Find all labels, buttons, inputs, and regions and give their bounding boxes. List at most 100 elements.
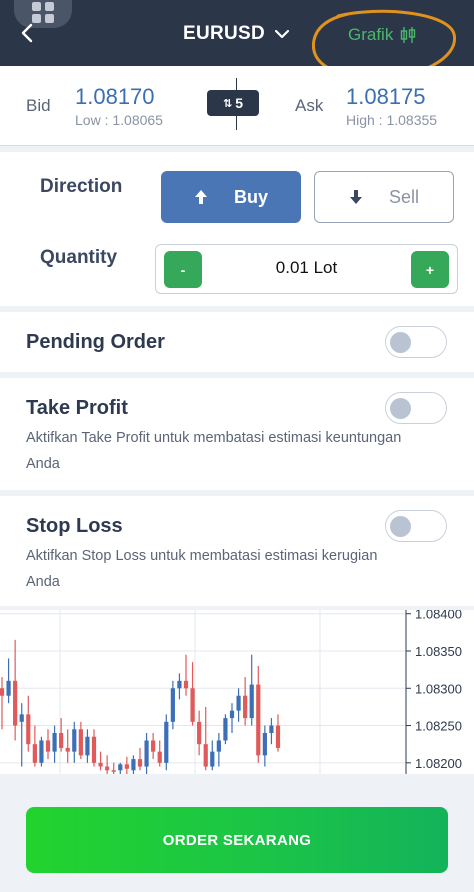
quote-bar: Bid 1.08170 Low : 1.08065 ⇅ 5 Ask 1.0817…	[0, 66, 474, 146]
direction-label: Direction	[40, 176, 123, 197]
price-chart[interactable]: 1.08400 1.08350 1.08300 1.08250 1.08200	[0, 610, 474, 774]
candle-body	[229, 710, 235, 719]
sell-label: Sell	[388, 186, 419, 207]
candle-body	[183, 680, 189, 689]
low-price: Low : 1.08065	[75, 112, 163, 128]
candle-body	[124, 764, 129, 769]
ask-price: 1.08175	[346, 84, 426, 109]
ask-label: Ask	[295, 96, 324, 115]
back-icon[interactable]	[16, 22, 38, 48]
candle-body	[223, 718, 228, 741]
grid-icon-cell	[45, 2, 54, 11]
quantity-label: Quantity	[40, 247, 118, 268]
pending-order-toggle[interactable]	[385, 326, 447, 358]
candle-body	[72, 729, 77, 752]
take-profit-toggle[interactable]	[385, 392, 447, 424]
candle-body	[131, 759, 136, 771]
stop-loss-description: Aktifkan Stop Loss untuk membatasi estim…	[26, 548, 378, 590]
candle-body	[210, 751, 215, 767]
spread-badge: ⇅ 5	[207, 90, 259, 116]
candle-body	[144, 740, 149, 767]
candle-body	[243, 695, 248, 719]
candle-body	[249, 684, 254, 719]
bid-label: Bid	[26, 96, 51, 115]
candle-body	[78, 729, 83, 756]
candle-body	[197, 721, 202, 745]
y-tick-label: 1.08250	[415, 719, 462, 734]
bid-price: 1.08170	[75, 84, 155, 109]
buy-label: Buy	[233, 186, 268, 207]
swap-vertical-icon: ⇅	[222, 97, 233, 110]
candle-body	[45, 740, 51, 752]
candle-body	[65, 747, 70, 752]
order-now-button[interactable]: ORDER SEKARANG	[26, 807, 448, 873]
chevron-down-icon	[274, 29, 290, 39]
pending-order-title: Pending Order	[26, 331, 165, 353]
arrow-down-icon	[349, 190, 362, 204]
candle-body	[275, 725, 281, 748]
take-profit-section: Take Profit Aktifkan Take Profit untuk m…	[0, 378, 474, 490]
candle-body	[157, 751, 162, 763]
y-tick-label: 1.08350	[415, 644, 462, 659]
symbol-name: EURUSD	[183, 23, 266, 44]
candle-body	[111, 770, 116, 772]
quantity-stepper: - 0.01 Lot +	[155, 244, 458, 294]
buy-button[interactable]: Buy	[161, 171, 301, 223]
candle-body	[32, 744, 37, 763]
stop-loss-toggle[interactable]	[385, 510, 447, 542]
stop-loss-title: Stop Loss	[26, 515, 123, 537]
stop-loss-section: Stop Loss Aktifkan Stop Loss untuk memba…	[0, 496, 474, 606]
bottom-bar: ORDER SEKARANG	[0, 774, 474, 892]
grafik-button[interactable]: Grafik	[348, 21, 416, 49]
candle-body	[236, 695, 241, 711]
candle-body	[203, 744, 208, 767]
toggle-knob	[390, 332, 411, 353]
increase-quantity-button[interactable]: +	[411, 251, 449, 288]
candle-body	[269, 725, 274, 733]
candlestick-icon	[401, 27, 416, 43]
candle-body	[52, 733, 57, 752]
candle-body	[118, 764, 123, 771]
candle-body	[85, 736, 90, 756]
candle-body	[177, 680, 182, 689]
candle-body	[19, 714, 24, 722]
candle-body	[13, 680, 18, 726]
take-profit-description: Aktifkan Take Profit untuk membatasi est…	[26, 430, 402, 472]
candle-body	[170, 688, 175, 722]
pending-order-section: Pending Order	[0, 312, 474, 372]
high-price: High : 1.08355	[346, 112, 438, 128]
chevron-left-icon	[21, 23, 33, 43]
candle-body	[262, 733, 267, 756]
candle-body	[137, 759, 143, 767]
decrease-quantity-button[interactable]: -	[164, 251, 202, 288]
candlestick-chart: 1.08400 1.08350 1.08300 1.08250 1.08200	[0, 610, 462, 774]
sell-button[interactable]: Sell	[314, 171, 454, 223]
candle-body	[91, 736, 97, 763]
candle-body	[164, 721, 169, 763]
candle-body	[6, 680, 11, 696]
toggle-knob	[390, 516, 411, 537]
candle-body	[59, 733, 64, 748]
y-tick-label: 1.08300	[415, 681, 462, 696]
candle-body	[0, 688, 5, 696]
symbol-selector[interactable]: EURUSD	[183, 19, 291, 49]
candle-body	[98, 762, 103, 767]
take-profit-title: Take Profit	[26, 397, 128, 419]
arrow-up-icon	[194, 190, 207, 204]
y-tick-label: 1.08400	[415, 610, 462, 622]
toggle-knob	[390, 398, 411, 419]
grid-icon-cell	[45, 14, 54, 23]
y-tick-label: 1.08200	[415, 756, 462, 771]
candle-body	[39, 740, 44, 763]
candle-body	[105, 766, 110, 771]
app-header: EURUSD Grafik	[0, 0, 474, 66]
grid-icon	[32, 2, 41, 11]
quantity-unit: Lot	[313, 258, 338, 277]
candle-body	[26, 714, 31, 745]
candle-body	[256, 684, 261, 756]
quantity-value-display[interactable]: 0.01 Lot	[216, 258, 397, 278]
candle-body	[216, 740, 221, 752]
candle-body	[190, 688, 195, 722]
candle-body	[151, 740, 156, 752]
order-panel: Direction Buy Sell Quantity - 0.01 Lot +	[0, 152, 474, 306]
